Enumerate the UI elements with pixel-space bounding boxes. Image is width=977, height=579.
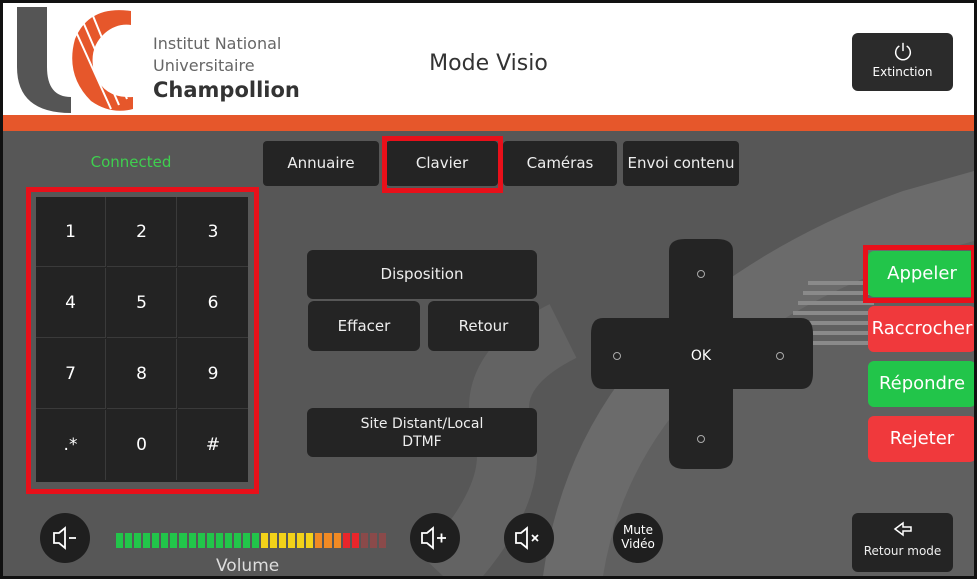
back-arrow-icon — [893, 521, 912, 537]
retour-mode-label: Retour mode — [863, 544, 942, 558]
disposition-button[interactable]: Disposition — [307, 250, 537, 299]
volume-segment — [143, 533, 151, 548]
volume-segment — [116, 533, 124, 548]
appeler-highlight — [863, 245, 974, 303]
volume-segment — [360, 533, 368, 548]
tab-clavier-highlight — [382, 136, 503, 193]
dpad-right[interactable] — [776, 352, 784, 360]
extinction-label: Extinction — [872, 65, 933, 79]
volume-label: Volume — [216, 556, 280, 576]
mute-video-button[interactable]: Mute Vidéo — [613, 513, 663, 563]
main-panel: Connected Annuaire Clavier Caméras Envoi… — [3, 131, 974, 576]
volume-segment — [179, 533, 187, 548]
mute-video-line1: Mute — [622, 523, 654, 537]
volume-segment — [342, 533, 350, 548]
volume-segment — [206, 533, 214, 548]
site-line1: Site Distant/Local — [360, 416, 484, 432]
volume-segment — [306, 533, 314, 548]
volume-segment — [215, 533, 223, 548]
volume-segment — [134, 533, 142, 548]
volume-segment — [333, 533, 341, 548]
volume-segment — [279, 533, 287, 548]
repondre-button[interactable]: Répondre — [868, 361, 974, 407]
volume-up-button[interactable] — [410, 513, 460, 563]
volume-down-button[interactable] — [40, 513, 90, 563]
volume-segment — [297, 533, 305, 548]
page-title: Mode Visio — [429, 51, 548, 76]
volume-segment — [288, 533, 296, 548]
volume-mute-icon — [515, 526, 539, 550]
dpad-down[interactable] — [697, 435, 705, 443]
power-icon — [894, 42, 911, 61]
volume-segment — [270, 533, 278, 548]
volume-segment — [188, 533, 196, 548]
volume-segment — [369, 533, 377, 548]
rejeter-button[interactable]: Rejeter — [868, 416, 974, 462]
volume-segment — [378, 533, 386, 548]
mute-audio-button[interactable] — [504, 513, 554, 563]
volume-segment — [351, 533, 359, 548]
volume-meter[interactable] — [116, 533, 386, 548]
tab-cameras[interactable]: Caméras — [503, 141, 617, 186]
tab-envoi-contenu[interactable]: Envoi contenu — [623, 141, 739, 186]
site-line2: DTMF — [402, 434, 442, 450]
connection-status: Connected — [90, 153, 172, 171]
retour-mode-button[interactable]: Retour mode — [852, 513, 953, 572]
effacer-button[interactable]: Effacer — [308, 301, 420, 351]
tab-annuaire[interactable]: Annuaire — [263, 141, 379, 186]
volume-up-icon — [421, 526, 446, 550]
volume-segment — [242, 533, 250, 548]
extinction-button[interactable]: Extinction — [852, 33, 953, 91]
volume-segment — [261, 533, 269, 548]
volume-segment — [170, 533, 178, 548]
app-window: Institut National Universitaire Champoll… — [0, 0, 977, 579]
volume-segment — [125, 533, 133, 548]
mute-video-line2: Vidéo — [621, 537, 655, 551]
retour-button[interactable]: Retour — [428, 301, 539, 351]
site-distant-local-dtmf-button[interactable]: Site Distant/Local DTMF — [307, 408, 537, 457]
volume-segment — [233, 533, 241, 548]
volume-segment — [161, 533, 169, 548]
dpad-ok-button[interactable]: OK — [681, 345, 721, 367]
institution-line3: Champollion — [153, 78, 300, 102]
volume-segment — [152, 533, 160, 548]
dpad-left[interactable] — [613, 352, 621, 360]
raccrocher-button[interactable]: Raccrocher — [868, 306, 974, 352]
volume-segment — [315, 533, 323, 548]
keypad-highlight — [26, 187, 259, 494]
accent-bar — [3, 115, 974, 131]
volume-segment — [197, 533, 205, 548]
camera-dpad: OK — [591, 239, 813, 469]
dpad-up[interactable] — [697, 270, 705, 278]
volume-segment — [324, 533, 332, 548]
volume-segment — [224, 533, 232, 548]
header: Institut National Universitaire Champoll… — [3, 3, 974, 116]
volume-segment — [251, 533, 259, 548]
volume-down-icon — [53, 526, 76, 550]
